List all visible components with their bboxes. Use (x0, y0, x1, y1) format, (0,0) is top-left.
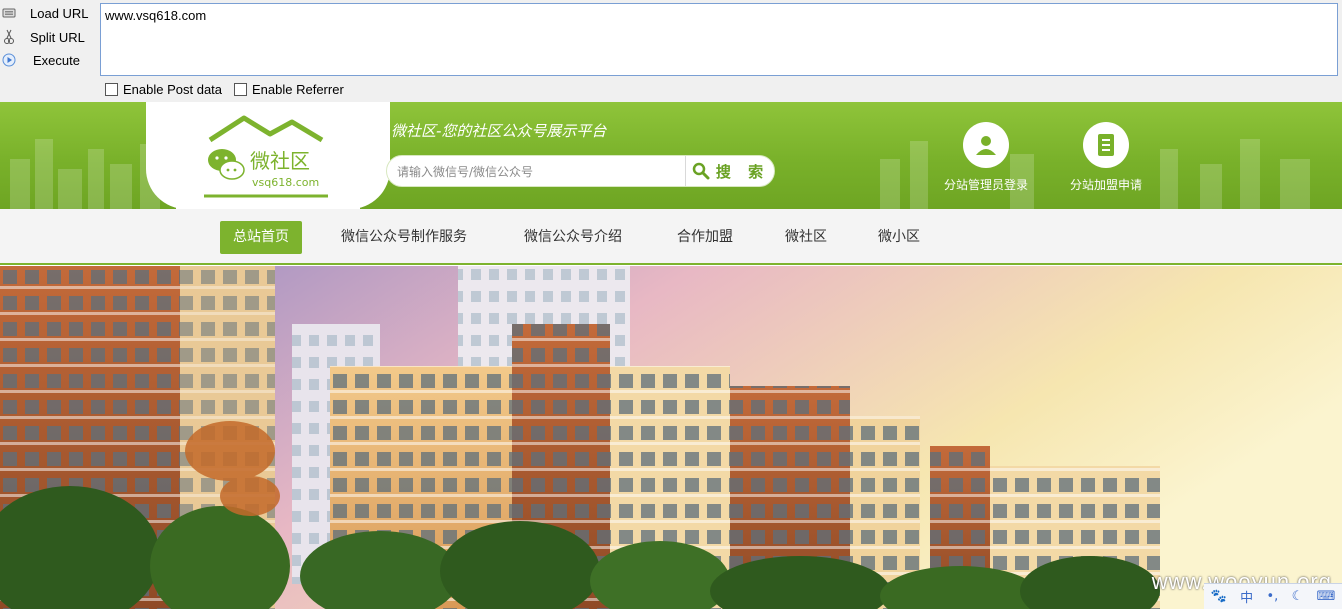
checkbox-box[interactable] (105, 83, 118, 96)
enable-referrer-label: Enable Referrer (252, 82, 344, 97)
nav-item-wechat-service[interactable]: 微信公众号制作服务 (341, 221, 467, 254)
search-input[interactable] (397, 163, 677, 181)
document-icon (1083, 122, 1129, 168)
keyboard-icon[interactable]: ⌨ (1317, 589, 1336, 604)
ime-language[interactable]: 中 (1240, 587, 1253, 606)
user-icon (963, 122, 1009, 168)
main-nav: 总站首页 微信公众号制作服务 微信公众号介绍 合作加盟 微社区 微小区 (0, 209, 1342, 265)
ime-toolbar[interactable]: 🐾 中 •, ☾ ⌨ (1204, 583, 1342, 609)
nav-item-partnership[interactable]: 合作加盟 (677, 221, 733, 254)
execute-button[interactable]: Execute (0, 49, 80, 71)
search-button[interactable]: 搜 索 (685, 156, 775, 186)
execute-label: Execute (33, 52, 80, 68)
enable-referrer-checkbox[interactable]: Enable Referrer (234, 82, 344, 97)
enable-post-label: Enable Post data (123, 82, 223, 97)
load-url-label: Load URL (30, 5, 89, 21)
punctuation-icon[interactable]: •, (1266, 589, 1278, 604)
load-url-icon (1, 5, 17, 21)
hero-banner[interactable]: www.wooyun.org 🐾 中 •, ☾ ⌨ (0, 266, 1342, 609)
execute-icon (1, 52, 17, 68)
load-url-button[interactable]: Load URL (0, 2, 89, 24)
site-logo[interactable]: 微社区 vsq618.com (204, 114, 328, 198)
paw-icon[interactable]: 🐾 (1211, 589, 1227, 604)
search-icon (692, 162, 710, 180)
nav-item-home[interactable]: 总站首页 (220, 221, 302, 254)
join-apply-link[interactable]: 分站加盟申请 (1051, 122, 1161, 193)
checkbox-box[interactable] (234, 83, 247, 96)
site-slogan: 微社区-您的社区公众号展示平台 (391, 122, 607, 140)
logo-name: 微社区 (250, 149, 310, 173)
split-url-icon (1, 29, 17, 45)
enable-post-checkbox[interactable]: Enable Post data (105, 82, 222, 97)
split-url-button[interactable]: Split URL (0, 26, 85, 48)
admin-login-link[interactable]: 分站管理员登录 (931, 122, 1041, 193)
search-box: 搜 索 (386, 155, 775, 187)
search-button-label: 搜 索 (715, 162, 770, 181)
nav-item-micro-district[interactable]: 微小区 (878, 221, 920, 254)
admin-login-label: 分站管理员登录 (943, 178, 1028, 192)
url-input[interactable]: www.vsq618.com (100, 3, 1338, 76)
logo-domain: vsq618.com (252, 176, 319, 189)
nav-item-wechat-intro[interactable]: 微信公众号介绍 (524, 221, 622, 254)
join-apply-label: 分站加盟申请 (1069, 178, 1142, 192)
apartment-buildings-image (0, 266, 1342, 609)
split-url-label: Split URL (30, 29, 85, 45)
nav-item-micro-community[interactable]: 微社区 (785, 221, 827, 254)
logo-panel: 微社区 vsq618.com (146, 102, 390, 209)
moon-icon[interactable]: ☾ (1292, 589, 1304, 604)
hackbar-toolbar: Load URL Split URL Execute www.vsq618.co… (0, 0, 1342, 102)
site-header: 微社区 vsq618.com 微社区-您的社区公众号展示平台 搜 索 分站管理员… (0, 102, 1342, 209)
